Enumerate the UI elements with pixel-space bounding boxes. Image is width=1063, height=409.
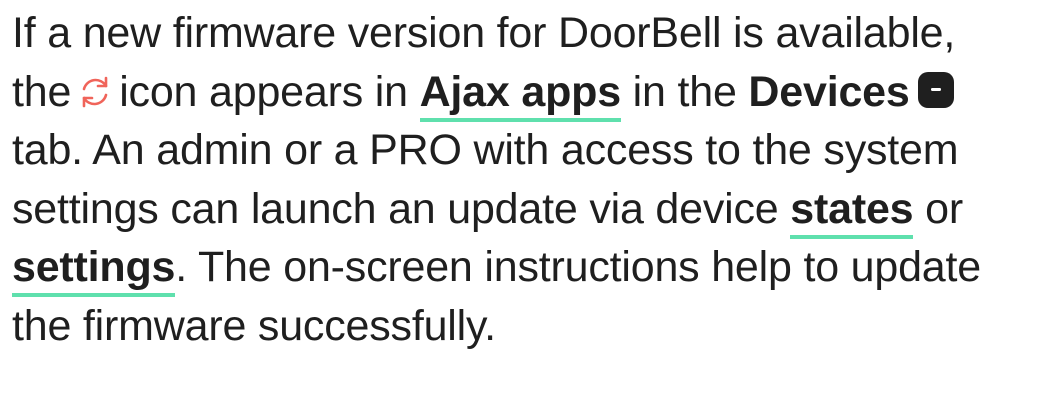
ajax-apps-link[interactable]: Ajax apps	[419, 67, 621, 122]
states-link[interactable]: states	[790, 184, 914, 239]
devices-label: Devices	[748, 67, 910, 116]
line-text: or	[925, 184, 963, 233]
instruction-paragraph: If a new firmware version for DoorBell i…	[12, 0, 1057, 355]
line-text: icon appears in	[119, 67, 408, 116]
line-text: in the	[632, 67, 737, 116]
paragraph-line-6: the firmware successfully.	[12, 297, 1057, 356]
line-text: settings can launch an update via device	[12, 184, 779, 233]
line-text: . The on-screen instructions help to upd…	[175, 243, 981, 291]
settings-link[interactable]: settings	[12, 243, 175, 297]
line-text: the	[12, 67, 72, 116]
line-text: the firmware successfully.	[12, 301, 496, 350]
line-text: tab. An admin or a PRO with access to th…	[12, 126, 959, 174]
paragraph-line-5: settings. The on-screen instructions hel…	[12, 238, 1057, 297]
devices-tab-icon	[917, 71, 954, 108]
paragraph-line-4: settings can launch an update via device…	[12, 180, 1057, 239]
paragraph-line-3: tab. An admin or a PRO with access to th…	[12, 121, 1057, 180]
paragraph-line-2: the icon appears in Ajax apps in the Devi…	[12, 63, 1057, 122]
paragraph-line-1: If a new firmware version for DoorBell i…	[12, 4, 1057, 63]
line-text: If a new firmware version for DoorBell i…	[12, 9, 956, 57]
refresh-icon	[82, 76, 108, 107]
